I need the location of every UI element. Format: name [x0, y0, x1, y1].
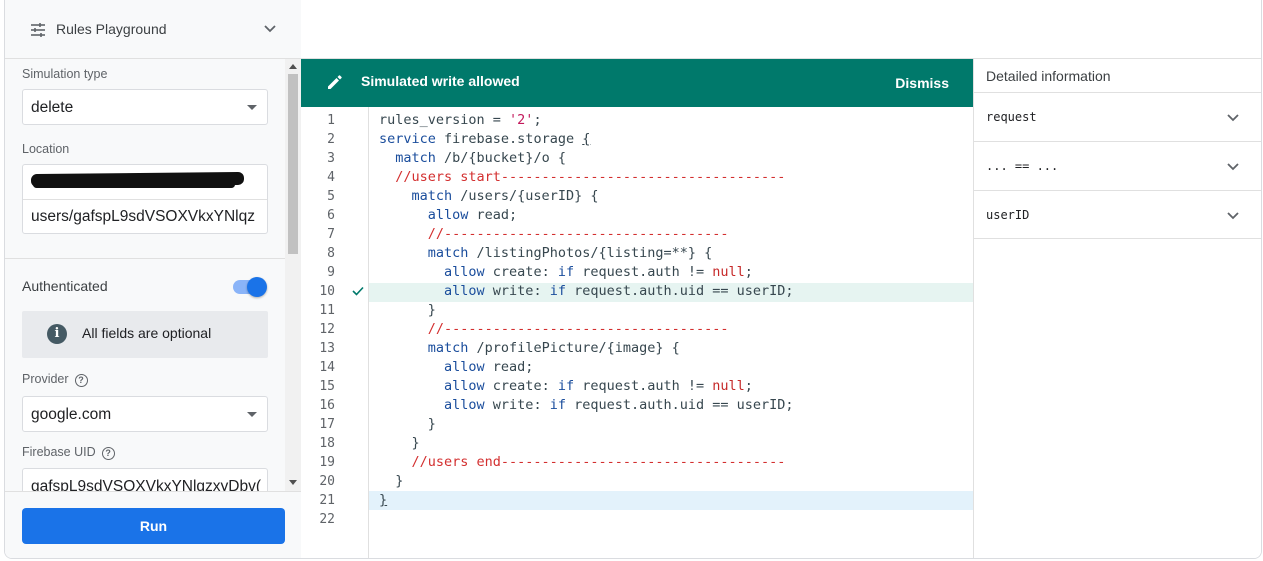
panel-title: Rules Playground	[56, 21, 167, 37]
detail-row-label: ... == ...	[986, 159, 1059, 173]
simulation-type-select[interactable]: delete	[22, 89, 268, 125]
simulation-type-label: Simulation type	[22, 67, 108, 81]
chevron-down-icon[interactable]	[1226, 209, 1240, 228]
cursor-line-highlight	[369, 491, 973, 510]
code-line: match /profilePicture/{image} {	[427, 340, 680, 356]
scrollbar-thumb[interactable]	[288, 74, 298, 254]
code-line: allow read;	[444, 359, 534, 375]
line-number: 10	[319, 284, 335, 299]
scroll-up-icon[interactable]	[289, 64, 297, 69]
line-number: 6	[327, 208, 335, 223]
rules-playground-window: Rules Playground Simulation type delete …	[4, 0, 1262, 559]
line-number: 22	[319, 512, 335, 527]
simulation-form: Simulation type delete Location users/ga…	[5, 59, 285, 491]
authenticated-toggle[interactable]	[231, 277, 267, 297]
firebase-uid-label: Firebase UID?	[22, 445, 115, 460]
help-icon[interactable]: ?	[74, 374, 88, 387]
result-message: Simulated write allowed	[361, 73, 520, 89]
firebase-uid-value: gafspL9sdVSOXVkxYNlqzxyDbv(	[31, 478, 262, 491]
code-line: //users end-----------------------------…	[379, 454, 786, 470]
code-line: match /listingPhotos/{listing=**} {	[427, 245, 713, 261]
line-number: 8	[327, 246, 335, 261]
provider-select[interactable]: google.com	[22, 396, 268, 432]
detail-row-label: userID	[986, 208, 1030, 222]
run-area: Run	[5, 491, 301, 558]
top-bar	[301, 0, 1261, 59]
dropdown-arrow-icon	[247, 412, 257, 417]
line-number: 9	[327, 265, 335, 280]
line-number: 15	[319, 379, 335, 394]
location-label: Location	[22, 142, 70, 156]
code-line: allow create: if request.auth != null;	[444, 264, 753, 280]
left-panel: Rules Playground Simulation type delete …	[5, 0, 301, 558]
location-input[interactable]: users/gafspL9sdVSOXVkxYNlqz	[22, 164, 268, 234]
line-number: 7	[327, 227, 335, 242]
code-editor[interactable]: 1 2 3 4 5 6 7 8 9 10 11 12 13 14 15 16 17 18 19 20 21 22 rule…	[301, 107, 973, 558]
code-line: }	[379, 302, 436, 318]
line-number: 13	[319, 341, 335, 356]
line-number: 20	[319, 474, 335, 489]
line-number: 5	[327, 189, 335, 204]
line-number: 2	[327, 132, 335, 147]
code-line: rules_version = '2';	[379, 112, 542, 128]
info-text: All fields are optional	[82, 325, 212, 341]
section-divider	[5, 258, 285, 259]
help-icon[interactable]: ?	[101, 447, 115, 460]
code-line: //users start---------------------------…	[379, 169, 786, 185]
line-number: 12	[319, 322, 335, 337]
info-banner: i All fields are optional	[22, 311, 268, 358]
line-number: 11	[319, 303, 335, 318]
result-banner: Simulated write allowed Dismiss	[301, 59, 973, 107]
line-number: 18	[319, 436, 335, 451]
code-line: allow write: if request.auth.uid == user…	[444, 283, 794, 299]
code-line: }	[379, 416, 436, 432]
scroll-down-icon[interactable]	[289, 480, 297, 485]
location-value: users/gafspL9sdVSOXVkxYNlqz	[31, 208, 255, 225]
detail-row-label: request	[986, 110, 1037, 124]
authenticated-label: Authenticated	[22, 278, 108, 294]
code-line: }	[379, 473, 404, 489]
code-line: allow write: if request.auth.uid == user…	[444, 397, 794, 413]
code-line: //-----------------------------------	[379, 226, 729, 242]
code-line: match /b/{bucket}/o {	[395, 150, 566, 166]
dismiss-button[interactable]: Dismiss	[895, 75, 949, 91]
line-number: 17	[319, 417, 335, 432]
line-number: 1	[327, 113, 335, 128]
detail-panel: Detailed information request ... == ... …	[973, 59, 1261, 558]
dropdown-arrow-icon	[247, 105, 257, 110]
info-icon: i	[47, 324, 67, 344]
line-number: 21	[319, 493, 335, 508]
code-line: service firebase.storage {	[379, 131, 591, 147]
firebase-uid-input[interactable]: gafspL9sdVSOXVkxYNlqzxyDbv(	[22, 468, 268, 491]
line-number: 19	[319, 455, 335, 470]
chevron-down-icon[interactable]	[1226, 160, 1240, 179]
run-button[interactable]: Run	[22, 508, 285, 544]
provider-value: google.com	[31, 406, 112, 423]
code-line: //-----------------------------------	[379, 321, 729, 337]
rules-playground-header[interactable]: Rules Playground	[5, 0, 301, 59]
tune-icon	[30, 22, 46, 43]
code-line: match /users/{userID} {	[411, 188, 599, 204]
line-number: 16	[319, 398, 335, 413]
edit-icon	[325, 72, 345, 97]
line-number: 14	[319, 360, 335, 375]
detail-title: Detailed information	[986, 68, 1111, 84]
chevron-down-icon[interactable]	[263, 22, 277, 41]
simulation-type-value: delete	[31, 99, 74, 116]
check-icon	[351, 284, 365, 303]
code-line: }	[379, 492, 388, 508]
detail-row-request[interactable]: request	[974, 92, 1261, 141]
chevron-down-icon[interactable]	[1226, 111, 1240, 130]
provider-label: Provider?	[22, 372, 88, 387]
code-line: allow read;	[427, 207, 518, 223]
line-number: 4	[327, 170, 335, 185]
code-line: }	[379, 435, 420, 451]
detail-row-comparison[interactable]: ... == ...	[974, 141, 1261, 190]
detail-row-userid[interactable]: userID	[974, 190, 1261, 239]
line-number: 3	[327, 151, 335, 166]
code-line: allow create: if request.auth != null;	[444, 378, 753, 394]
redaction-mark	[33, 181, 235, 188]
left-scrollbar[interactable]	[285, 59, 301, 491]
